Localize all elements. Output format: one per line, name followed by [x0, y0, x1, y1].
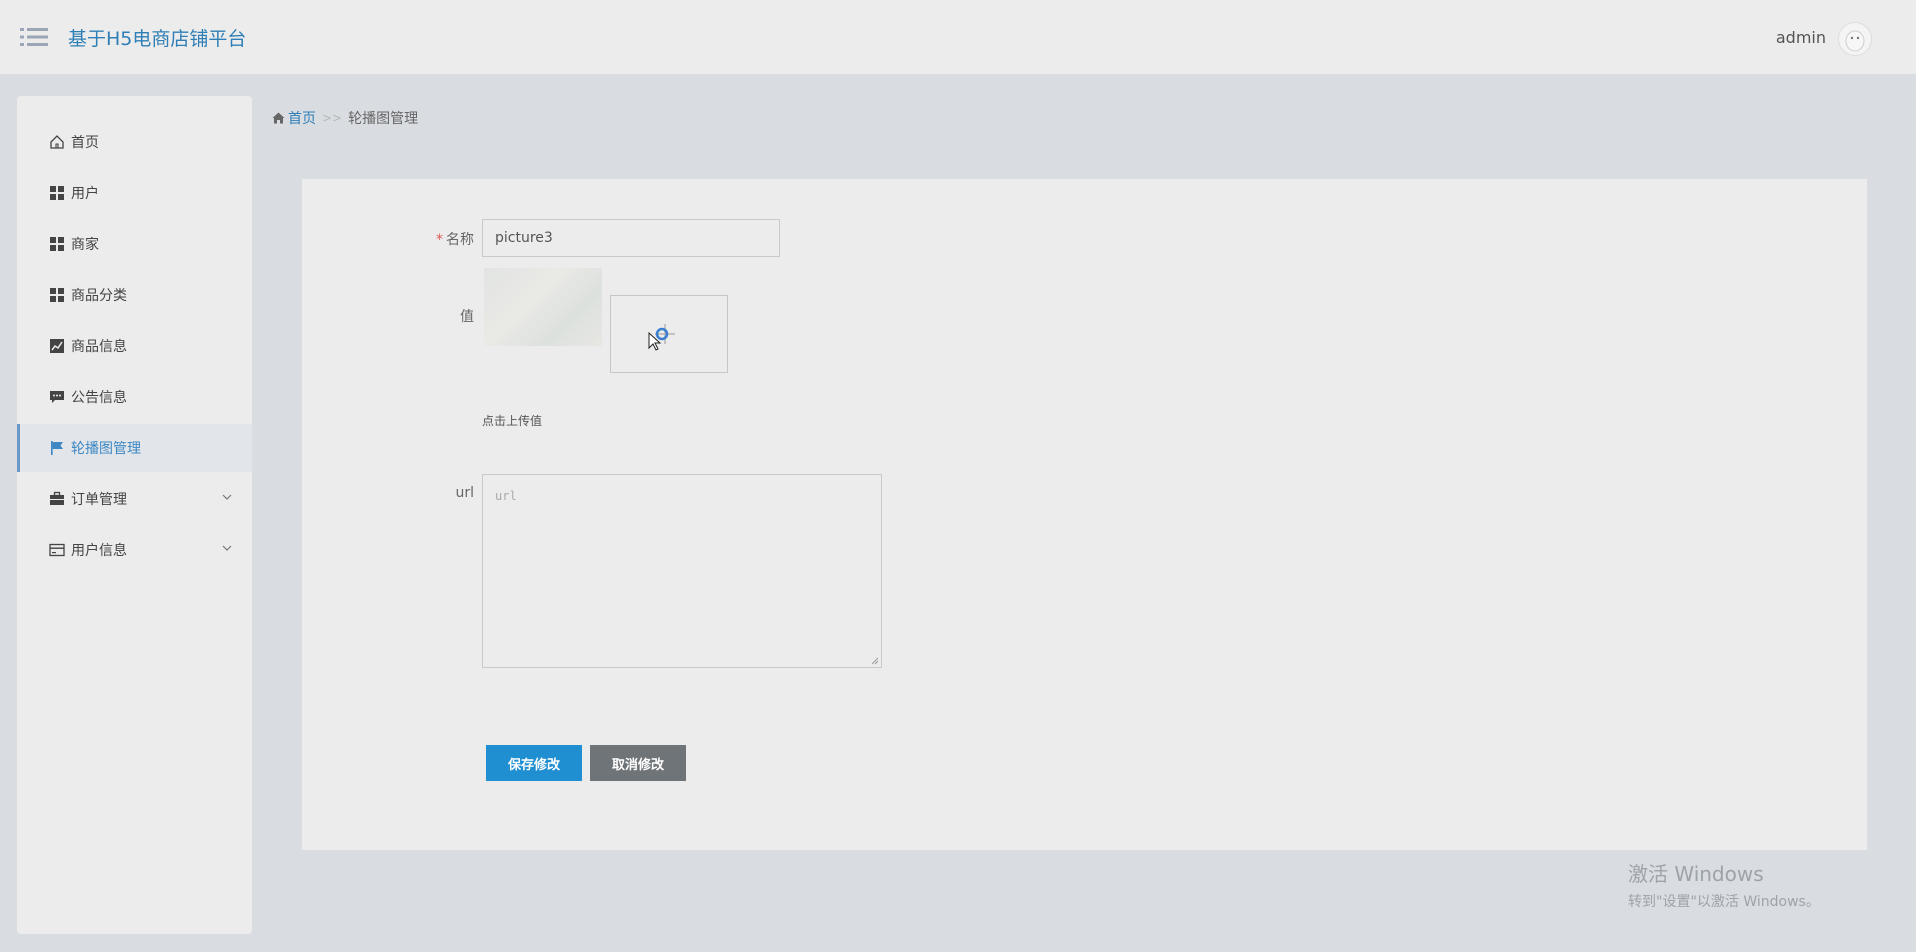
breadcrumb-separator: >>: [322, 111, 343, 125]
resize-grip-icon[interactable]: [871, 657, 879, 665]
sidebar-item-label: 轮播图管理: [71, 441, 141, 457]
home-icon: [50, 135, 64, 149]
image-preview: [484, 268, 602, 346]
url-placeholder: url: [495, 489, 517, 503]
windows-activation-watermark: 激活 Windows 转到"设置"以激活 Windows。: [1628, 858, 1820, 911]
sidebar-item-carousel[interactable]: 轮播图管理: [17, 424, 252, 472]
home-icon: [272, 112, 285, 124]
breadcrumb-home-label: 首页: [288, 111, 316, 127]
sidebar-item-home[interactable]: 首页: [17, 118, 252, 166]
user-name[interactable]: admin: [1776, 28, 1826, 47]
breadcrumb: 首页 >> 轮播图管理: [272, 108, 418, 128]
sidebar-item-label: 用户: [71, 186, 99, 202]
breadcrumb-current: 轮播图管理: [348, 111, 419, 127]
sidebar-item-notices[interactable]: 公告信息: [17, 373, 252, 421]
top-bar: 基于H5电商店铺平台 admin: [0, 0, 1916, 75]
flag-icon: [51, 441, 63, 455]
url-label: url: [455, 485, 474, 501]
sidebar-item-label: 公告信息: [71, 390, 127, 406]
grid-icon: [50, 237, 64, 251]
avatar[interactable]: [1838, 22, 1872, 56]
upload-hint: 点击上传值: [482, 414, 543, 428]
chevron-down-icon: [222, 545, 232, 551]
sidebar-item-label: 商品分类: [71, 288, 127, 304]
chevron-down-icon: [222, 494, 232, 500]
name-label-text: 名称: [446, 232, 474, 248]
briefcase-icon: [50, 491, 64, 505]
save-button[interactable]: 保存修改: [486, 745, 582, 781]
value-label: 值: [460, 309, 474, 325]
sidebar-item-orders[interactable]: 订单管理: [17, 475, 252, 523]
grid-icon: [50, 288, 64, 302]
chart-icon: [50, 339, 64, 353]
card-icon: [49, 543, 65, 557]
comment-icon: [50, 391, 64, 403]
name-input[interactable]: picture3: [482, 219, 780, 257]
sidebar-item-users[interactable]: 用户: [17, 169, 252, 217]
sidebar: 首页 用户 商家 商品分类 商品信息 公告信息 轮播图管理 订单管理 用户信息: [17, 96, 252, 934]
sidebar-item-categories[interactable]: 商品分类: [17, 271, 252, 319]
sidebar-item-label: 商家: [71, 237, 99, 253]
breadcrumb-home[interactable]: 首页: [272, 108, 316, 128]
sidebar-item-products[interactable]: 商品信息: [17, 322, 252, 370]
sidebar-item-label: 用户信息: [71, 543, 127, 559]
menu-toggle-icon[interactable]: [20, 26, 48, 48]
watermark-subtitle: 转到"设置"以激活 Windows。: [1628, 894, 1820, 910]
watermark-title: 激活 Windows: [1628, 862, 1764, 886]
image-upload-box[interactable]: [610, 295, 728, 373]
sidebar-item-label: 商品信息: [71, 339, 127, 355]
name-label: * 名称: [422, 229, 474, 249]
required-mark: *: [436, 232, 443, 248]
sidebar-item-merchants[interactable]: 商家: [17, 220, 252, 268]
sidebar-item-user-info[interactable]: 用户信息: [17, 526, 252, 574]
form-panel: * 名称 picture3 值 点击上传值 url url 保存修改 取消修改: [302, 179, 1867, 850]
avatar-icon: [1845, 30, 1865, 52]
sidebar-item-label: 订单管理: [71, 492, 127, 508]
cancel-button[interactable]: 取消修改: [590, 745, 686, 781]
app-title: 基于H5电商店铺平台: [68, 28, 247, 50]
sidebar-item-label: 首页: [71, 135, 99, 151]
cursor-icon: [648, 332, 662, 351]
grid-icon: [50, 186, 64, 200]
url-textarea[interactable]: url: [482, 474, 882, 668]
